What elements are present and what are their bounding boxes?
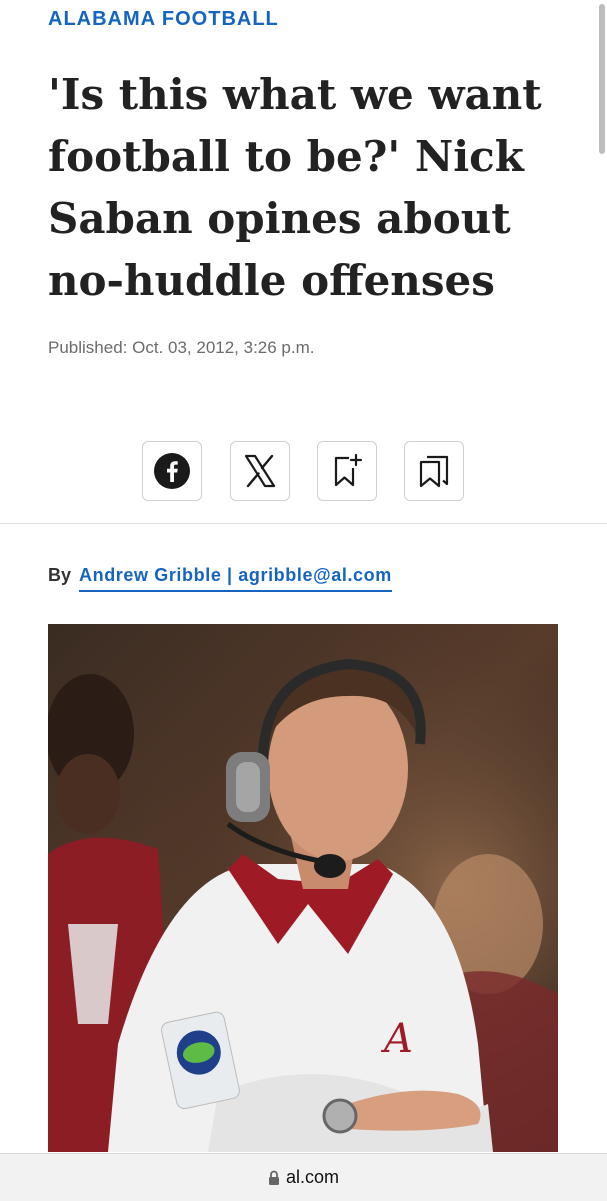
url-text: al.com [285, 1167, 339, 1187]
section-divider [0, 523, 607, 524]
facebook-share-button[interactable] [142, 441, 202, 501]
article-headline: 'Is this what we want football to be?' N… [48, 70, 542, 305]
svg-text:A: A [380, 1016, 413, 1062]
hero-image: A [48, 624, 558, 1152]
section-tag-link[interactable]: ALABAMA FOOTBALL [48, 8, 279, 31]
x-share-button[interactable] [230, 441, 290, 501]
share-toolbar [0, 441, 607, 503]
saved-bookmarks-icon [419, 455, 449, 488]
save-article-button[interactable] [317, 441, 377, 501]
facebook-icon [154, 453, 190, 489]
scrollbar[interactable] [599, 4, 605, 154]
byline: By Andrew Gribble | agribble@al.com [48, 565, 392, 592]
coach-photo: A [48, 624, 558, 1152]
saved-articles-button[interactable] [404, 441, 464, 501]
author-link[interactable]: Andrew Gribble | agribble@al.com [79, 565, 392, 592]
bookmark-add-icon [334, 453, 363, 487]
x-icon [244, 454, 276, 488]
published-date: Published: Oct. 03, 2012, 3:26 p.m. [48, 338, 315, 357]
browser-address-bar[interactable]: al.com [0, 1153, 607, 1201]
byline-prefix: By [48, 565, 72, 585]
lock-icon [268, 1170, 279, 1185]
